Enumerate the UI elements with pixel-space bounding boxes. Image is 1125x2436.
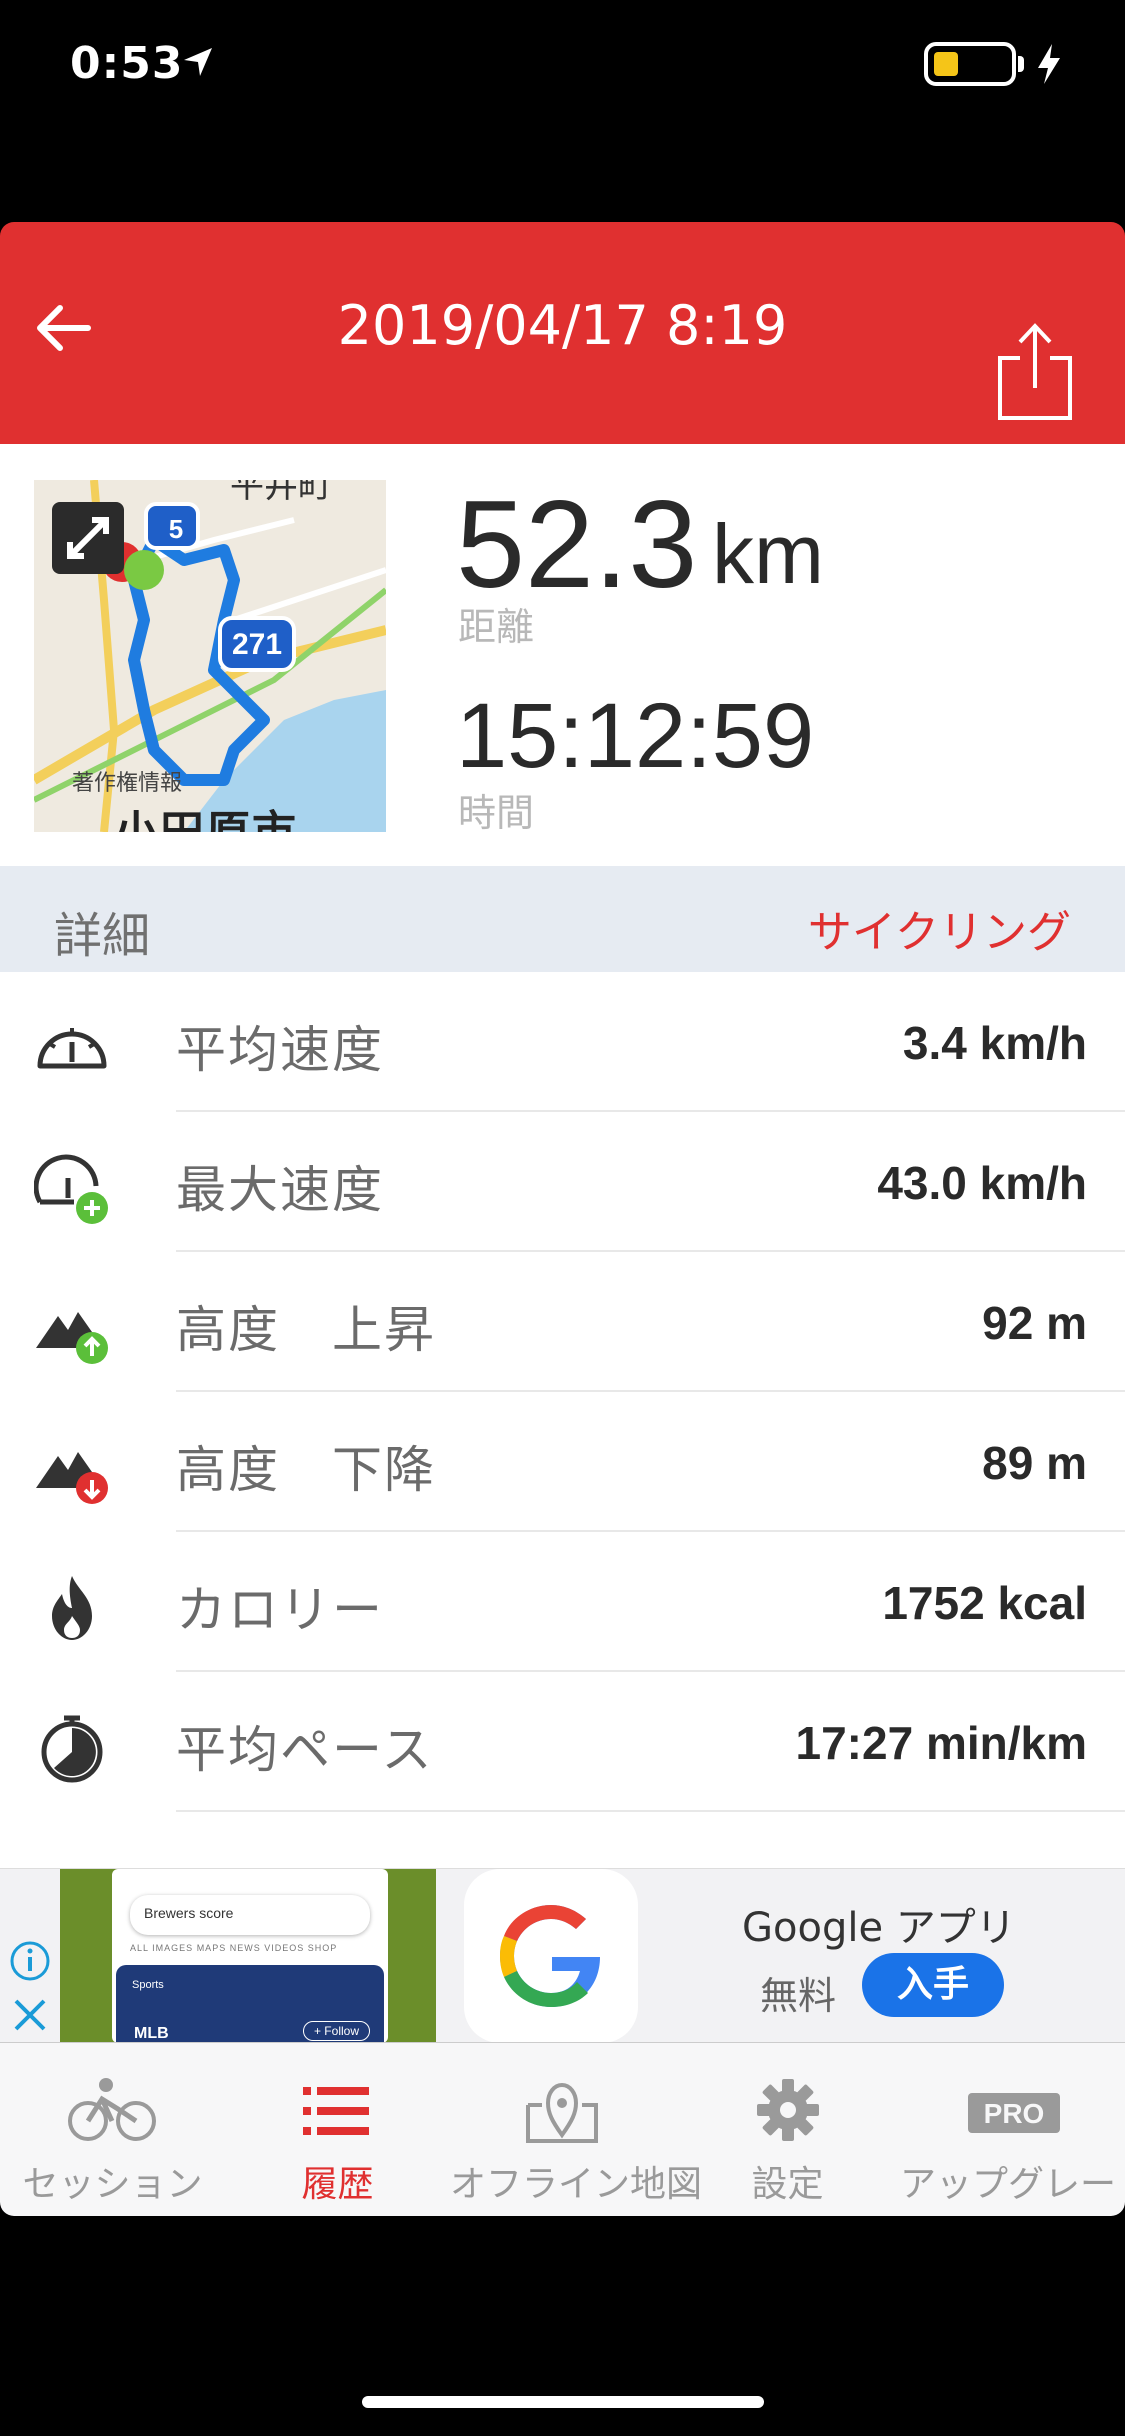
page-title: 2019/04/17 8:19 <box>337 294 788 357</box>
speedometer-icon <box>37 1028 107 1069</box>
tab-settings[interactable]: 設定 <box>675 2043 900 2217</box>
distance-unit: km <box>712 507 824 601</box>
status-bar: 0:53 <box>0 0 1125 140</box>
battery-tip <box>1018 56 1024 72</box>
tab-label: セッション <box>22 2164 203 2205</box>
row-value: 43.0 km/h <box>877 1157 1087 1209</box>
detail-row-elevation-loss: 高度 下降 89 m <box>0 1392 1125 1532</box>
speedometer-plus-icon <box>34 1154 108 1224</box>
duration-value: 15:12:59 <box>456 685 815 787</box>
expand-icon <box>67 517 109 559</box>
detail-row-calories: カロリー 1752 kcal <box>0 1532 1125 1672</box>
row-value: 89 m <box>982 1437 1087 1489</box>
row-value: 1752 kcal <box>882 1577 1087 1629</box>
ad-get-button[interactable]: 入手 <box>862 1953 1004 2017</box>
row-label: 平均速度 <box>176 1021 384 1079</box>
cyclist-icon <box>68 2078 156 2141</box>
ad-screenshot: Brewers score ALL IMAGES MAPS NEWS VIDEO… <box>60 1869 436 2043</box>
location-arrow-icon <box>184 48 212 76</box>
tab-label: 履歴 <box>301 2164 374 2205</box>
ad-search-field: Brewers score <box>130 1895 370 1935</box>
battery-level <box>934 52 958 76</box>
tab-label: アップグレード <box>900 2164 1125 2205</box>
ad-card-category: Sports <box>132 1979 164 1991</box>
tab-history[interactable]: 履歴 <box>225 2043 450 2217</box>
duration-label: 時間 <box>458 791 535 835</box>
expand-map-button[interactable] <box>52 502 124 574</box>
row-label: 高度 上昇 <box>176 1301 436 1359</box>
status-time: 0:53 <box>70 38 184 89</box>
pro-badge-icon: PRO <box>968 2093 1060 2133</box>
row-label: 平均ペース <box>176 1721 434 1779</box>
google-logo-icon <box>464 1869 638 2043</box>
ad-sports-card: Sports MLB + Follow <box>116 1965 384 2043</box>
row-label: カロリー <box>176 1581 384 1639</box>
detail-row-avg-speed: 平均速度 3.4 km/h <box>0 972 1125 1112</box>
details-section-header: 詳細 サイクリング <box>0 866 1125 972</box>
header-bar: 2019/04/17 8:19 <box>0 222 1125 444</box>
tab-label: 設定 <box>751 2164 824 2205</box>
ad-phone-screen: Brewers score ALL IMAGES MAPS NEWS VIDEO… <box>112 1869 388 2043</box>
tab-bar: セッション 履歴 オフライン地図 設定 PRO アップグレー <box>0 2042 1125 2216</box>
map-attribution[interactable]: 著作権情報 <box>72 765 182 797</box>
mountain-up-icon <box>36 1312 108 1364</box>
map-city-label: 小田原市 <box>114 796 298 832</box>
distance-value: 52.3 <box>456 476 698 614</box>
session-detail: 271 5 平井町 著作権情報 小田原市 52.3 km 距離 15:12:59… <box>0 444 1125 1868</box>
close-icon[interactable] <box>8 1993 52 2037</box>
gear-icon <box>757 2079 819 2141</box>
tab-label: オフライン地図 <box>450 2164 703 2205</box>
tab-offline-map[interactable]: オフライン地図 <box>450 2043 703 2217</box>
distance-label: 距離 <box>458 605 535 649</box>
ad-search-tabs: ALL IMAGES MAPS NEWS VIDEOS SHOP <box>130 1943 338 1953</box>
ad-banner[interactable]: Brewers score ALL IMAGES MAPS NEWS VIDEO… <box>0 1868 1125 2043</box>
row-value: 17:27 min/km <box>795 1717 1087 1769</box>
row-value: 92 m <box>982 1297 1087 1349</box>
info-icon[interactable] <box>8 1939 52 1983</box>
route-shield: 271 <box>232 628 282 661</box>
stopwatch-icon <box>41 1715 103 1783</box>
activity-type-link[interactable]: サイクリング <box>808 896 1071 960</box>
back-button[interactable] <box>30 282 110 382</box>
row-label: 高度 下降 <box>176 1441 436 1499</box>
details-list: 平均速度 3.4 km/h 最大速度 43.0 km/h 高度 上昇 92 m <box>0 972 1125 1812</box>
ad-app-name: Google アプリ <box>742 1905 1016 1951</box>
detail-row-max-speed: 最大速度 43.0 km/h <box>0 1112 1125 1252</box>
details-title: 詳細 <box>54 908 151 964</box>
google-g-icon <box>500 1905 600 2007</box>
share-icon <box>998 323 1072 420</box>
svg-text:PRO: PRO <box>984 2098 1045 2129</box>
route-map[interactable]: 271 5 平井町 著作権情報 小田原市 <box>34 480 386 832</box>
flame-icon <box>52 1576 92 1640</box>
ad-price: 無料 <box>760 1974 837 2018</box>
mountain-down-icon <box>36 1452 108 1504</box>
row-value: 3.4 km/h <box>902 1017 1087 1069</box>
detail-row-elevation-gain: 高度 上昇 92 m <box>0 1252 1125 1392</box>
row-divider <box>176 1810 1125 1812</box>
share-button[interactable] <box>990 322 1080 432</box>
ad-card-follow: + Follow <box>302 2021 370 2041</box>
home-indicator[interactable] <box>362 2396 764 2408</box>
list-icon <box>303 2087 369 2135</box>
ad-card-title: MLB <box>134 2025 169 2042</box>
route-shield-2: 5 <box>169 514 183 544</box>
arrow-left-icon <box>37 305 91 351</box>
charging-bolt-icon <box>1038 44 1060 84</box>
detail-row-avg-pace: 平均ペース 17:27 min/km <box>0 1672 1125 1812</box>
map-town-label: 平井町 <box>230 480 332 506</box>
row-label: 最大速度 <box>176 1161 384 1219</box>
battery-icon <box>924 42 1016 86</box>
tab-session[interactable]: セッション <box>0 2043 225 2217</box>
map-pin-icon <box>526 2082 598 2143</box>
tab-upgrade[interactable]: PRO アップグレード <box>900 2043 1125 2217</box>
